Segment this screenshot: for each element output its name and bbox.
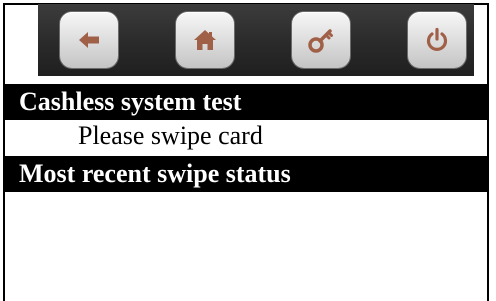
home-icon: [194, 30, 216, 50]
key-button[interactable]: [292, 12, 350, 68]
section-header-swipe-status: Most recent swipe status: [5, 156, 489, 192]
back-button[interactable]: [60, 12, 118, 68]
toolbar: [38, 4, 474, 76]
section-header-cashless-test: Cashless system test: [5, 84, 489, 120]
power-icon: [426, 27, 448, 51]
swipe-card-prompt: Please swipe card: [78, 121, 263, 150]
back-arrow-icon: [79, 32, 99, 48]
key-icon: [308, 29, 333, 53]
home-button[interactable]: [176, 12, 234, 68]
power-button[interactable]: [408, 12, 466, 68]
